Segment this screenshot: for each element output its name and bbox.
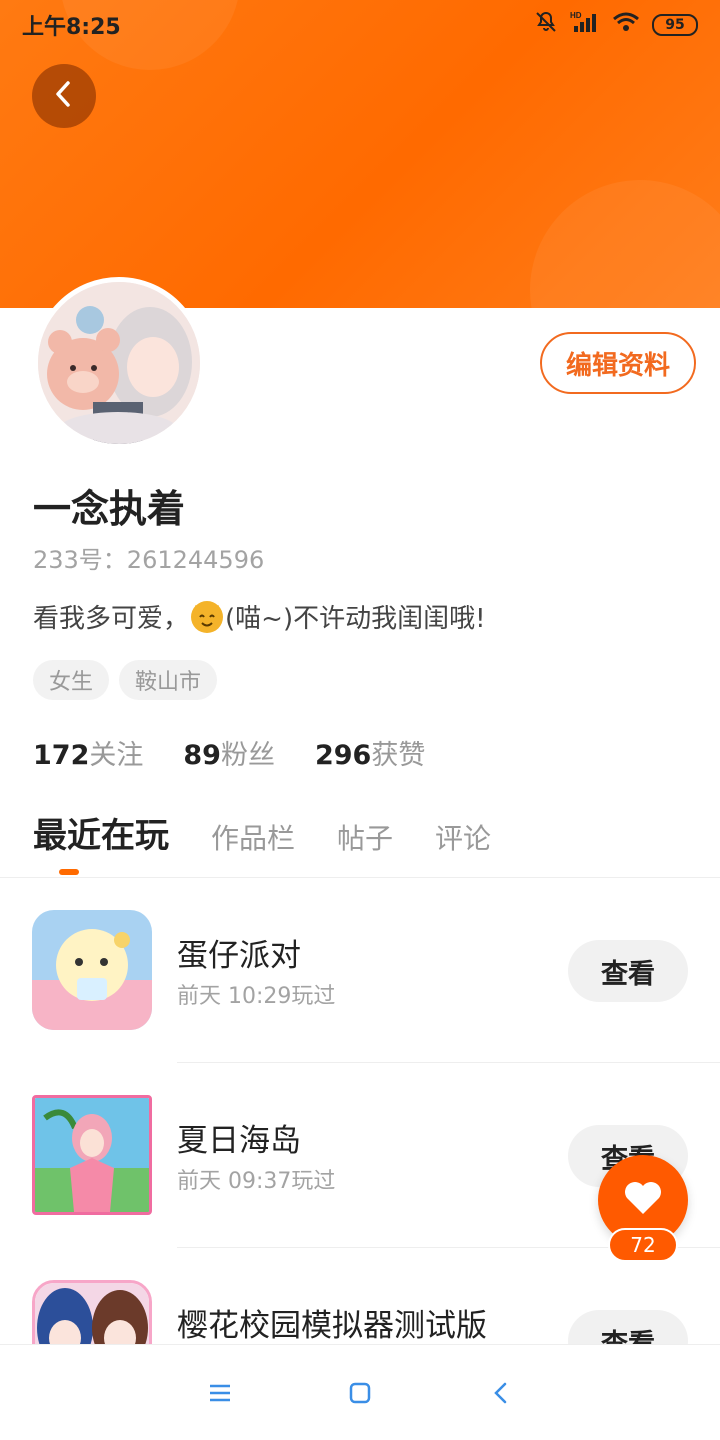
user-id: 233号：261244596 <box>33 546 265 574</box>
profile-stats: 172关注 89粉丝 296获赞 <box>33 733 425 772</box>
edit-profile-button[interactable]: 编辑资料 <box>540 332 696 394</box>
profile-tags: 女生 鞍山市 <box>33 660 218 700</box>
status-time: 上午8:25 <box>22 15 121 40</box>
divider <box>0 877 720 878</box>
stat-likes[interactable]: 296获赞 <box>315 733 425 772</box>
game-name: 樱花校园模拟器测试版 <box>177 1308 487 1344</box>
tab-comments[interactable]: 评论 <box>435 817 491 867</box>
nav-back-icon[interactable] <box>480 1373 520 1413</box>
bio-text-before: 看我多可爱， <box>33 604 190 634</box>
game-played-time: 前天 10:29玩过 <box>177 984 336 1009</box>
stat-following[interactable]: 172关注 <box>33 733 143 772</box>
tag-city: 鞍山市 <box>119 660 218 700</box>
bio-text-after: (喵~)不许动我闺闺哦! <box>225 604 486 634</box>
status-bar: 上午8:25 HD 95 <box>0 0 720 50</box>
profile-tabs: 最近在玩 作品栏 帖子 评论 <box>33 808 491 867</box>
wifi-icon <box>612 11 640 39</box>
battery-indicator: 95 <box>652 14 698 36</box>
menu-icon[interactable] <box>200 1373 240 1413</box>
mute-bell-icon <box>534 10 558 40</box>
summer-island-icon <box>32 1095 152 1215</box>
banner-decoration <box>530 180 720 308</box>
bio: 看我多可爱， (喵~)不许动我闺闺哦! <box>33 598 486 635</box>
tag-gender: 女生 <box>33 660 110 700</box>
heart-icon <box>623 1180 663 1220</box>
cat-emoji-icon <box>191 600 224 633</box>
game-name: 蛋仔派对 <box>177 938 301 974</box>
game-row[interactable]: 蛋仔派对 前天 10:29玩过 查看 <box>0 910 720 1096</box>
avatar[interactable] <box>33 277 205 449</box>
system-nav-bar <box>0 1344 720 1440</box>
divider <box>177 1062 720 1063</box>
view-button[interactable]: 查看 <box>568 940 688 1002</box>
like-count: 72 <box>608 1228 678 1262</box>
egg-party-icon <box>32 910 152 1030</box>
game-name: 夏日海岛 <box>177 1123 301 1159</box>
tab-posts[interactable]: 帖子 <box>337 817 393 867</box>
svg-text:HD: HD <box>570 11 582 20</box>
game-played-time: 前天 09:37玩过 <box>177 1169 336 1194</box>
back-button[interactable] <box>32 64 96 128</box>
tab-works[interactable]: 作品栏 <box>211 817 295 867</box>
home-icon[interactable] <box>340 1373 380 1413</box>
chevron-left-icon <box>51 79 77 113</box>
tab-indicator <box>59 869 79 875</box>
status-icons: HD 95 <box>534 10 698 40</box>
username: 一念执着 <box>33 487 186 531</box>
tab-recently-played[interactable]: 最近在玩 <box>33 808 169 867</box>
stat-followers[interactable]: 89粉丝 <box>183 733 275 772</box>
signal-icon: HD <box>570 10 600 40</box>
